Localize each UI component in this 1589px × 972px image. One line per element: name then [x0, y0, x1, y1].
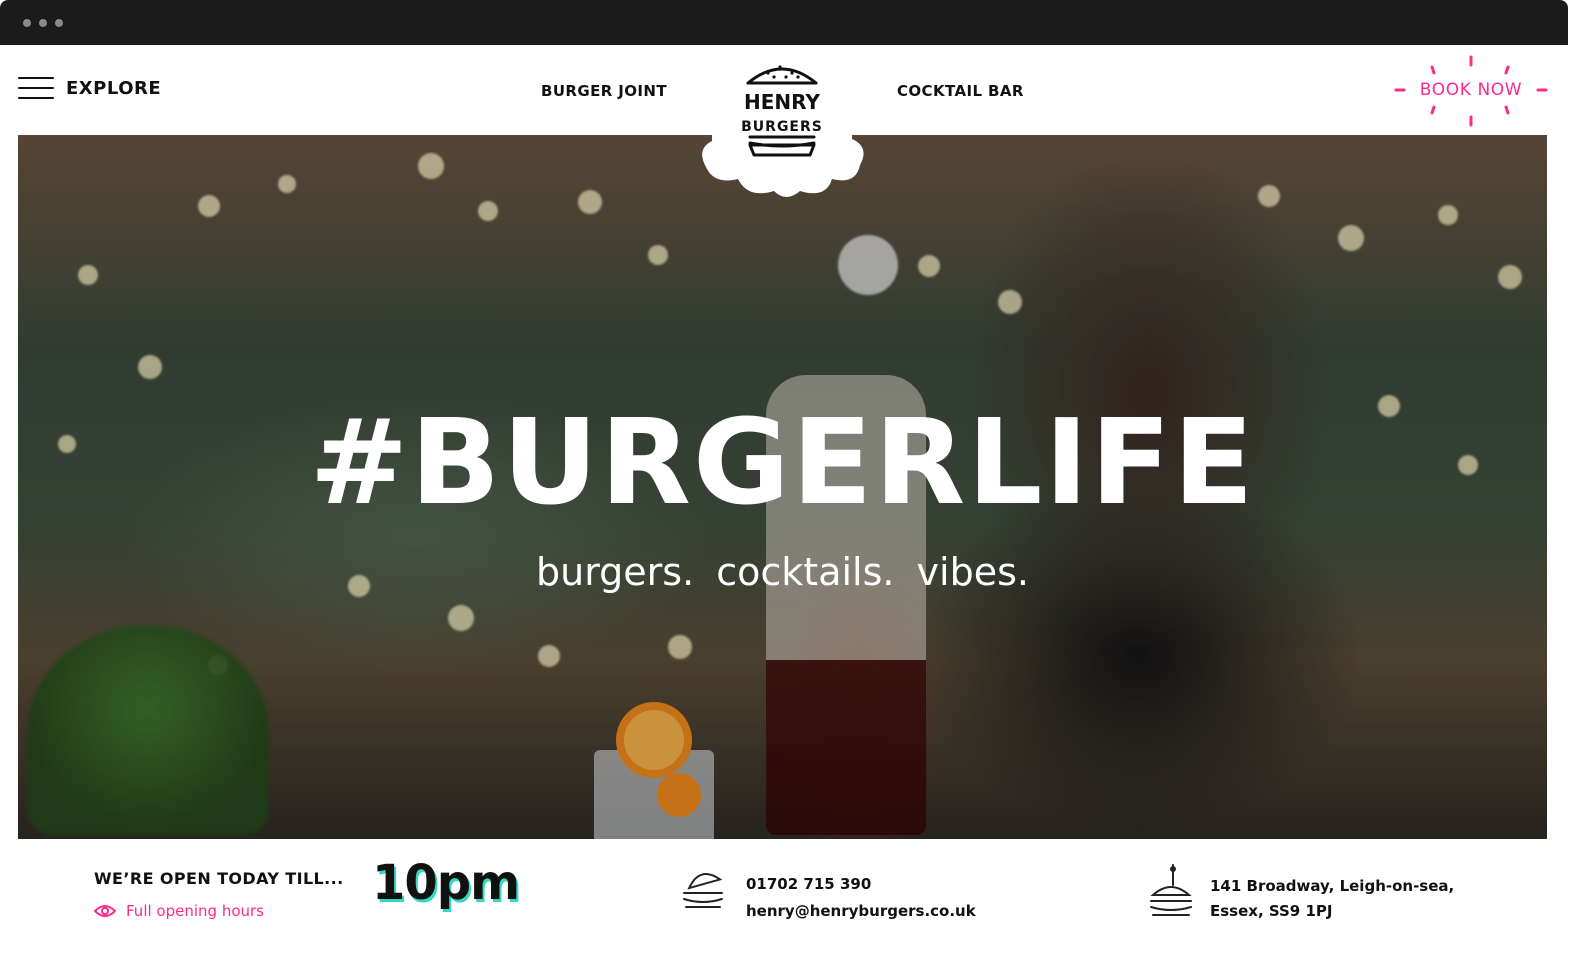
logo-line2: BURGERS	[741, 119, 823, 135]
window-dot[interactable]	[23, 19, 31, 27]
nav-cocktail-bar[interactable]: COCKTAIL BAR	[897, 82, 1024, 100]
book-now-label: BOOK NOW	[1419, 80, 1523, 100]
open-today-label: WE’RE OPEN TODAY TILL...	[94, 869, 344, 888]
phone-number[interactable]: 01702 715 390	[746, 875, 871, 893]
burger-location-icon	[1150, 864, 1192, 916]
eye-icon	[94, 905, 116, 917]
explore-menu-button[interactable]: EXPLORE	[18, 77, 161, 99]
closing-time: 10pm	[372, 855, 520, 911]
hero-banner: #BURGERLIFE burgers. cocktails. vibes.	[18, 135, 1547, 839]
hero-title: #BURGERLIFE	[309, 393, 1256, 531]
hero-subtitle: burgers. cocktails. vibes.	[536, 550, 1029, 594]
logo-line1: HENRY	[744, 90, 820, 114]
explore-label: EXPLORE	[66, 77, 162, 99]
book-now-button[interactable]: BOOK NOW	[1394, 55, 1548, 135]
frame-margin	[1568, 0, 1589, 972]
browser-title-bar	[0, 0, 1568, 45]
window-dot[interactable]	[55, 19, 63, 27]
email-address[interactable]: henry@henryburgers.co.uk	[746, 902, 976, 920]
window-dot[interactable]	[39, 19, 47, 27]
address-line-1: 141 Broadway, Leigh-on-sea,	[1210, 877, 1455, 895]
burger-contact-icon	[683, 873, 723, 908]
website: EXPLORE BURGER JOINT COCKTAIL BAR BOOK N…	[0, 45, 1568, 972]
full-opening-hours-label: Full opening hours	[126, 902, 264, 920]
address-line-2: Essex, SS9 1PJ	[1210, 902, 1333, 920]
full-opening-hours-link[interactable]: Full opening hours	[94, 902, 264, 920]
nav-burger-joint[interactable]: BURGER JOINT	[541, 82, 667, 100]
info-bar: WE’RE OPEN TODAY TILL... Full opening ho…	[0, 839, 1568, 972]
menu-icon	[18, 77, 54, 99]
henry-burgers-logo[interactable]: HENRY BURGERS	[690, 45, 874, 201]
